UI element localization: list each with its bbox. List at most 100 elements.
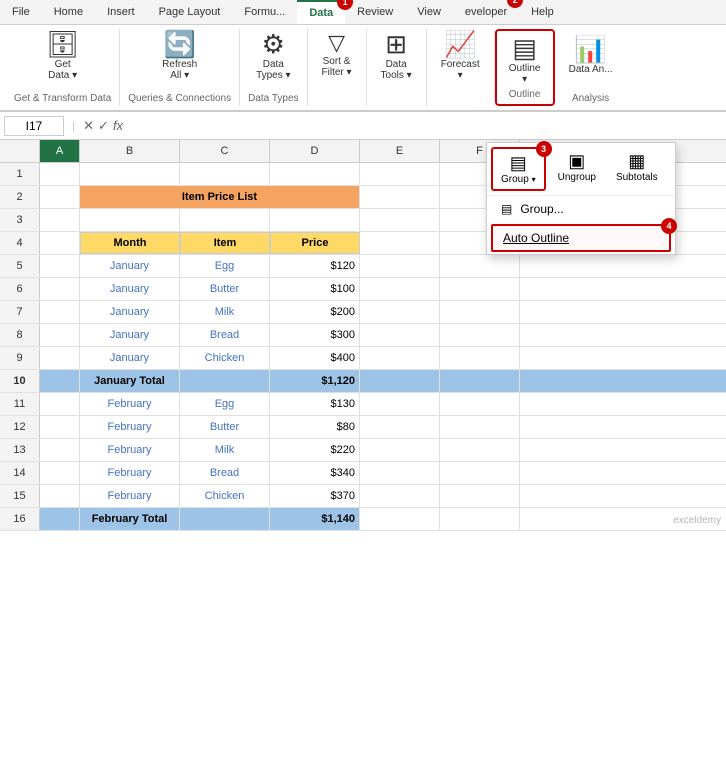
- outline-dropdown: ▤ Group ▾ 3 ▣ Ungroup ▦ Subtotals ▤ Grou…: [486, 142, 676, 255]
- analysis-label: Analysis: [572, 91, 609, 106]
- header-item[interactable]: Item: [180, 232, 270, 254]
- group-label: Group ▾: [501, 174, 536, 185]
- group-button[interactable]: ▤ Group ▾ 3: [491, 147, 546, 191]
- cell-b8[interactable]: January: [80, 324, 180, 346]
- badge-4: 4: [661, 218, 677, 234]
- forecast-icon: 📈: [444, 31, 476, 57]
- col-header-e[interactable]: E: [360, 140, 440, 162]
- cell-c7[interactable]: Milk: [180, 301, 270, 323]
- formula-input[interactable]: [127, 117, 722, 135]
- data-analysis-button[interactable]: 📊 Data An...: [563, 29, 619, 81]
- table-row: 5 January Egg $120: [0, 255, 726, 278]
- cell-d11[interactable]: $130: [270, 393, 360, 415]
- cell-c6[interactable]: Butter: [180, 278, 270, 300]
- cell-c9[interactable]: Chicken: [180, 347, 270, 369]
- fx-label: fx: [113, 118, 123, 133]
- cell-d16[interactable]: $1,140: [270, 508, 360, 530]
- cell-c11[interactable]: Egg: [180, 393, 270, 415]
- col-header-c[interactable]: C: [180, 140, 270, 162]
- table-row: 9 January Chicken $400: [0, 347, 726, 370]
- cell-b15[interactable]: February: [80, 485, 180, 507]
- cell-c15[interactable]: Chicken: [180, 485, 270, 507]
- cell-b16[interactable]: February Total: [80, 508, 180, 530]
- cell-b10[interactable]: January Total: [80, 370, 180, 392]
- auto-outline-item[interactable]: Auto Outline 4: [491, 224, 671, 252]
- ribbon-group-sort-filter: ▽ Sort &Filter ▾: [308, 29, 367, 106]
- group-menu-item[interactable]: ▤ Group...: [487, 196, 675, 222]
- ribbon-group-get-transform: 🗄 GetData ▾ Get & Transform Data: [6, 29, 120, 106]
- outline-button[interactable]: ▤ Outline▾: [503, 33, 547, 87]
- cell-b5[interactable]: January: [80, 255, 180, 277]
- data-tools-button[interactable]: ⊞ DataTools ▾: [375, 29, 418, 83]
- title-cell[interactable]: Item Price List: [80, 186, 360, 208]
- col-header-a[interactable]: A: [40, 140, 80, 162]
- cell-d14[interactable]: $340: [270, 462, 360, 484]
- subtotals-icon: ▦: [628, 151, 645, 172]
- cell-c8[interactable]: Bread: [180, 324, 270, 346]
- cancel-icon[interactable]: ✕: [83, 118, 94, 134]
- refresh-all-button[interactable]: 🔄 RefreshAll ▾: [156, 29, 203, 83]
- tab-file[interactable]: File: [0, 0, 42, 24]
- cell-d13[interactable]: $220: [270, 439, 360, 461]
- refresh-icon: 🔄: [163, 31, 195, 57]
- table-row: 14 February Bread $340: [0, 462, 726, 485]
- header-price[interactable]: Price: [270, 232, 360, 254]
- ungroup-button[interactable]: ▣ Ungroup: [550, 147, 604, 187]
- ribbon-group-queries: 🔄 RefreshAll ▾ Queries & Connections: [120, 29, 240, 106]
- cell-b11[interactable]: February: [80, 393, 180, 415]
- tab-developer[interactable]: eveloper 2: [453, 0, 519, 24]
- data-types-button[interactable]: ⚙ DataTypes ▾: [250, 29, 296, 83]
- ungroup-label: Ungroup: [558, 172, 596, 183]
- group-menu-label: Group...: [520, 202, 563, 216]
- cell-c5[interactable]: Egg: [180, 255, 270, 277]
- subtotals-button[interactable]: ▦ Subtotals: [608, 147, 666, 187]
- sheet-area: A B C D E F 1 2 Item Price List 3: [0, 140, 726, 531]
- cell-c13[interactable]: Milk: [180, 439, 270, 461]
- cell-d10[interactable]: $1,120: [270, 370, 360, 392]
- get-data-button[interactable]: 🗄 GetData ▾: [40, 29, 85, 83]
- ribbon-group-outline: ▤ Outline▾ Outline: [495, 29, 555, 106]
- cell-d7[interactable]: $200: [270, 301, 360, 323]
- group-icon: ▤: [510, 153, 527, 174]
- cell-d15[interactable]: $370: [270, 485, 360, 507]
- confirm-icon[interactable]: ✓: [98, 118, 109, 134]
- cell-reference-input[interactable]: I17: [4, 116, 64, 136]
- table-row: 8 January Bread $300: [0, 324, 726, 347]
- tab-developer-label: eveloper: [465, 6, 507, 18]
- ungroup-icon: ▣: [568, 151, 585, 172]
- tab-review[interactable]: Review: [345, 0, 405, 24]
- tab-help[interactable]: Help: [519, 0, 566, 24]
- data-tools-icon: ⊞: [385, 31, 407, 57]
- tab-home[interactable]: Home: [42, 0, 95, 24]
- header-month[interactable]: Month: [80, 232, 180, 254]
- cell-c14[interactable]: Bread: [180, 462, 270, 484]
- total-row-january: 10 January Total $1,120: [0, 370, 726, 393]
- cell-b14[interactable]: February: [80, 462, 180, 484]
- cell-c12[interactable]: Butter: [180, 416, 270, 438]
- ribbon-group-analysis: 📊 Data An... Analysis: [555, 29, 627, 106]
- ribbon-tabs: File Home Insert Page Layout Formu... Da…: [0, 0, 726, 25]
- table-row: 7 January Milk $200: [0, 301, 726, 324]
- cell-d12[interactable]: $80: [270, 416, 360, 438]
- cell-b12[interactable]: February: [80, 416, 180, 438]
- forecast-button[interactable]: 📈 Forecast▾: [435, 29, 486, 83]
- tab-view[interactable]: View: [405, 0, 453, 24]
- cell-b13[interactable]: February: [80, 439, 180, 461]
- cell-b7[interactable]: January: [80, 301, 180, 323]
- cell-b9[interactable]: January: [80, 347, 180, 369]
- col-header-b[interactable]: B: [80, 140, 180, 162]
- tab-page-layout[interactable]: Page Layout: [147, 0, 233, 24]
- auto-outline-label: Auto Outline: [503, 231, 569, 245]
- sort-filter-button[interactable]: ▽ Sort &Filter ▾: [316, 29, 358, 81]
- tab-data[interactable]: Data 1: [297, 0, 345, 24]
- table-row: 6 January Butter $100: [0, 278, 726, 301]
- cell-d9[interactable]: $400: [270, 347, 360, 369]
- cell-d5[interactable]: $120: [270, 255, 360, 277]
- cell-d8[interactable]: $300: [270, 324, 360, 346]
- cell-b6[interactable]: January: [80, 278, 180, 300]
- tab-formulas[interactable]: Formu...: [232, 0, 297, 24]
- cell-d6[interactable]: $100: [270, 278, 360, 300]
- col-header-d[interactable]: D: [270, 140, 360, 162]
- tab-insert[interactable]: Insert: [95, 0, 147, 24]
- table-row: 12 February Butter $80: [0, 416, 726, 439]
